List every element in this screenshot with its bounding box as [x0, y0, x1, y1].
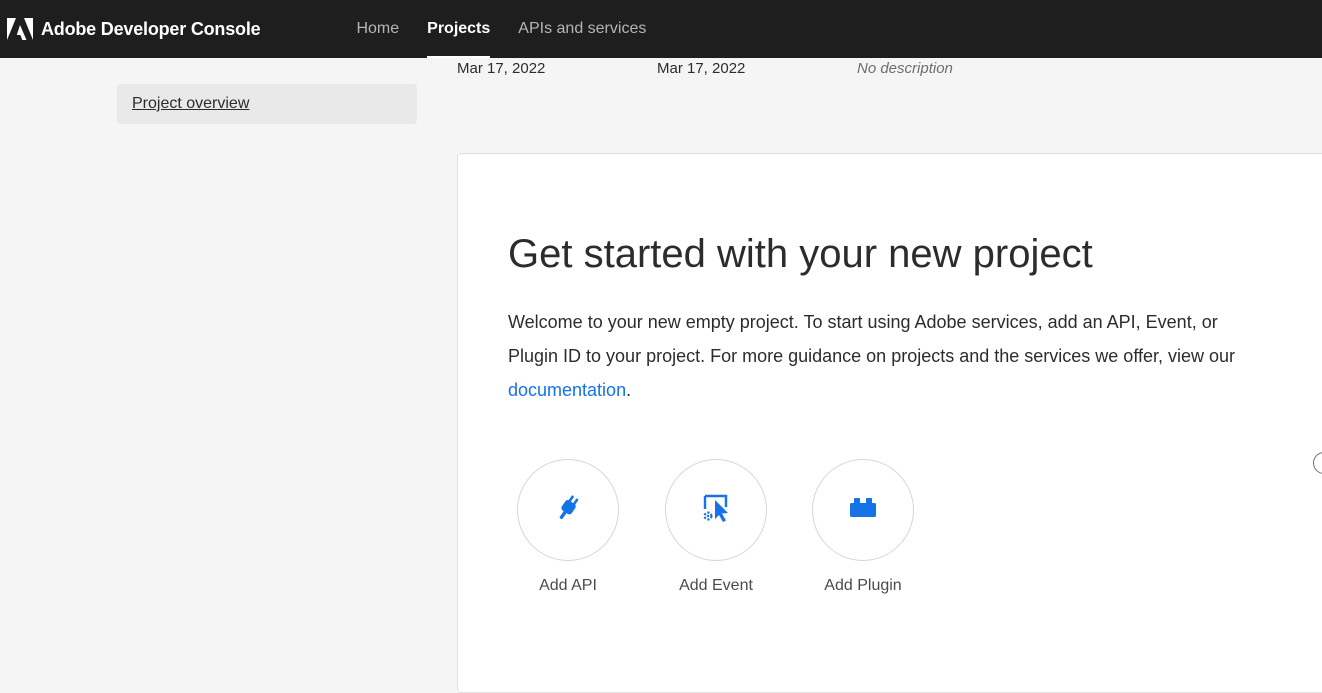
main-nav: Home Projects APIs and services [342, 0, 660, 58]
get-started-card: Get started with your new project Welcom… [457, 153, 1322, 693]
add-event-circle[interactable] [665, 459, 767, 561]
add-api-label: Add API [539, 577, 597, 594]
event-icon [700, 492, 732, 529]
nav-projects[interactable]: Projects [413, 0, 504, 58]
project-created-date: Mar 17, 2022 [457, 60, 546, 77]
nav-home[interactable]: Home [342, 0, 413, 58]
get-started-title: Get started with your new project [508, 232, 1093, 276]
add-event-button[interactable]: Add Event [656, 459, 776, 595]
add-api-button[interactable]: Add API [508, 459, 628, 595]
adobe-logo-icon [7, 18, 33, 40]
plug-icon [552, 492, 584, 529]
get-started-body-text: Welcome to your new empty project. To st… [508, 312, 1236, 366]
add-plugin-label: Add Plugin [824, 577, 902, 594]
app-title: Adobe Developer Console [41, 18, 261, 39]
get-started-description: Welcome to your new empty project. To st… [508, 305, 1238, 407]
get-started-body-suffix: . [626, 380, 632, 400]
add-event-label: Add Event [679, 577, 753, 594]
add-api-circle[interactable] [517, 459, 619, 561]
plugin-block-icon [847, 492, 879, 529]
project-modified-date: Mar 17, 2022 [657, 60, 746, 77]
documentation-link[interactable]: documentation [508, 380, 626, 400]
add-actions: Add API Add Event Add Plugin [508, 459, 928, 609]
add-plugin-button[interactable]: Add Plugin [803, 459, 923, 595]
brand[interactable]: Adobe Developer Console [7, 18, 261, 40]
add-plugin-circle[interactable] [812, 459, 914, 561]
top-navigation-bar: Adobe Developer Console Home Projects AP… [0, 0, 1322, 58]
project-description: No description [857, 60, 953, 77]
nav-apis-and-services[interactable]: APIs and services [504, 0, 660, 58]
sidebar-item-project-overview[interactable]: Project overview [117, 84, 417, 124]
